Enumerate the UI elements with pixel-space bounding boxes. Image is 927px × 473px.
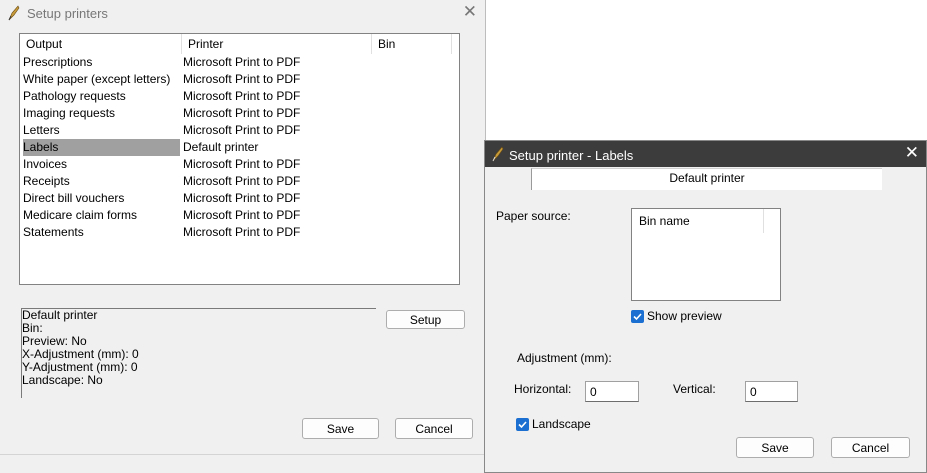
output-cell: White paper (except letters) (23, 72, 171, 86)
printer-cell: Microsoft Print to PDF (183, 208, 301, 222)
printer-cell: Microsoft Print to PDF (183, 157, 301, 171)
output-cell: Medicare claim forms (23, 208, 138, 222)
close-icon[interactable]: ✕ (463, 3, 477, 21)
title-bar[interactable]: Setup printers ✕ (0, 0, 485, 26)
table-row[interactable]: Invoices Microsoft Print to PDF (20, 156, 459, 173)
table-row[interactable]: Receipts Microsoft Print to PDF (20, 173, 459, 190)
printer-cell: Microsoft Print to PDF (183, 191, 301, 205)
table-row[interactable]: Statements Microsoft Print to PDF (20, 224, 459, 241)
landscape-checkbox[interactable] (516, 418, 529, 431)
close-icon[interactable]: ✕ (905, 144, 919, 162)
printer-output-list[interactable]: Output Printer Bin Prescriptions Microso… (19, 33, 460, 285)
vertical-input[interactable] (745, 381, 798, 402)
cancel-button[interactable]: Cancel (831, 437, 910, 458)
table-row[interactable]: Pathology requests Microsoft Print to PD… (20, 88, 459, 105)
status-divider (0, 454, 485, 455)
table-row[interactable]: Imaging requests Microsoft Print to PDF (20, 105, 459, 122)
landscape-label[interactable]: Landscape (532, 417, 591, 431)
output-cell: Pathology requests (23, 89, 126, 103)
dialog-title-bar[interactable]: Setup printer - Labels ✕ (485, 141, 926, 167)
output-cell: Letters (23, 123, 60, 137)
column-header-printer[interactable]: Printer (182, 34, 372, 54)
list-header: Output Printer Bin (20, 34, 459, 54)
printer-cell: Microsoft Print to PDF (183, 225, 301, 239)
show-preview-checkbox[interactable] (631, 310, 644, 323)
table-row[interactable]: White paper (except letters) Microsoft P… (20, 71, 459, 88)
setup-printers-window: Setup printers ✕ Output Printer Bin Pres… (0, 0, 486, 473)
table-row[interactable]: Medicare claim forms Microsoft Print to … (20, 207, 459, 224)
bin-list[interactable]: Bin name (631, 208, 781, 301)
horizontal-label: Horizontal: (514, 382, 572, 396)
printer-info-panel: Default printer Bin: Preview: No X-Adjus… (21, 308, 376, 398)
printer-name-label: Default printer (669, 171, 745, 185)
adjustment-label: Adjustment (mm): (517, 351, 612, 365)
checkmark-icon (633, 313, 642, 321)
printer-cell: Microsoft Print to PDF (183, 72, 301, 86)
output-cell: Statements (23, 225, 84, 239)
printer-cell: Microsoft Print to PDF (183, 174, 301, 188)
printer-cell: Microsoft Print to PDF (183, 123, 301, 137)
printer-cell: Microsoft Print to PDF (183, 106, 301, 120)
output-cell: Invoices (23, 157, 68, 171)
show-preview-label[interactable]: Show preview (647, 309, 722, 323)
column-header-bin-name[interactable]: Bin name (632, 209, 764, 233)
output-cell: Direct bill vouchers (23, 191, 125, 205)
table-row[interactable]: Prescriptions Microsoft Print to PDF (20, 54, 459, 71)
info-printer: Default printer (22, 308, 98, 322)
dialog-title: Setup printer - Labels (509, 148, 634, 163)
checkmark-icon (518, 421, 527, 429)
output-cell: Receipts (23, 174, 70, 188)
window-title: Setup printers (27, 6, 108, 21)
info-landscape: Landscape: No (22, 373, 103, 387)
output-cell: Imaging requests (23, 106, 116, 120)
setup-button[interactable]: Setup (386, 310, 465, 329)
setup-printer-labels-dialog: Setup printer - Labels ✕ Default printer… (484, 140, 927, 473)
vertical-label: Vertical: (673, 382, 716, 396)
save-button[interactable]: Save (302, 418, 379, 439)
column-header-bin[interactable]: Bin (372, 34, 452, 54)
quill-icon (7, 5, 21, 21)
table-row[interactable]: Direct bill vouchers Microsoft Print to … (20, 190, 459, 207)
column-header-output[interactable]: Output (20, 34, 182, 54)
cancel-button[interactable]: Cancel (395, 418, 473, 439)
printer-cell: Microsoft Print to PDF (183, 55, 301, 69)
save-button[interactable]: Save (736, 437, 814, 458)
printer-cell: Microsoft Print to PDF (183, 89, 301, 103)
horizontal-input[interactable] (585, 381, 639, 402)
output-cell: Prescriptions (23, 55, 93, 69)
output-cell: Labels (23, 139, 180, 156)
printer-name-panel: Default printer (531, 168, 882, 190)
printer-cell: Default printer (183, 140, 259, 154)
paper-source-label: Paper source: (496, 209, 571, 223)
table-row[interactable]: Letters Microsoft Print to PDF (20, 122, 459, 139)
table-row-selected[interactable]: Labels Default printer (20, 139, 459, 156)
quill-icon (491, 146, 505, 162)
